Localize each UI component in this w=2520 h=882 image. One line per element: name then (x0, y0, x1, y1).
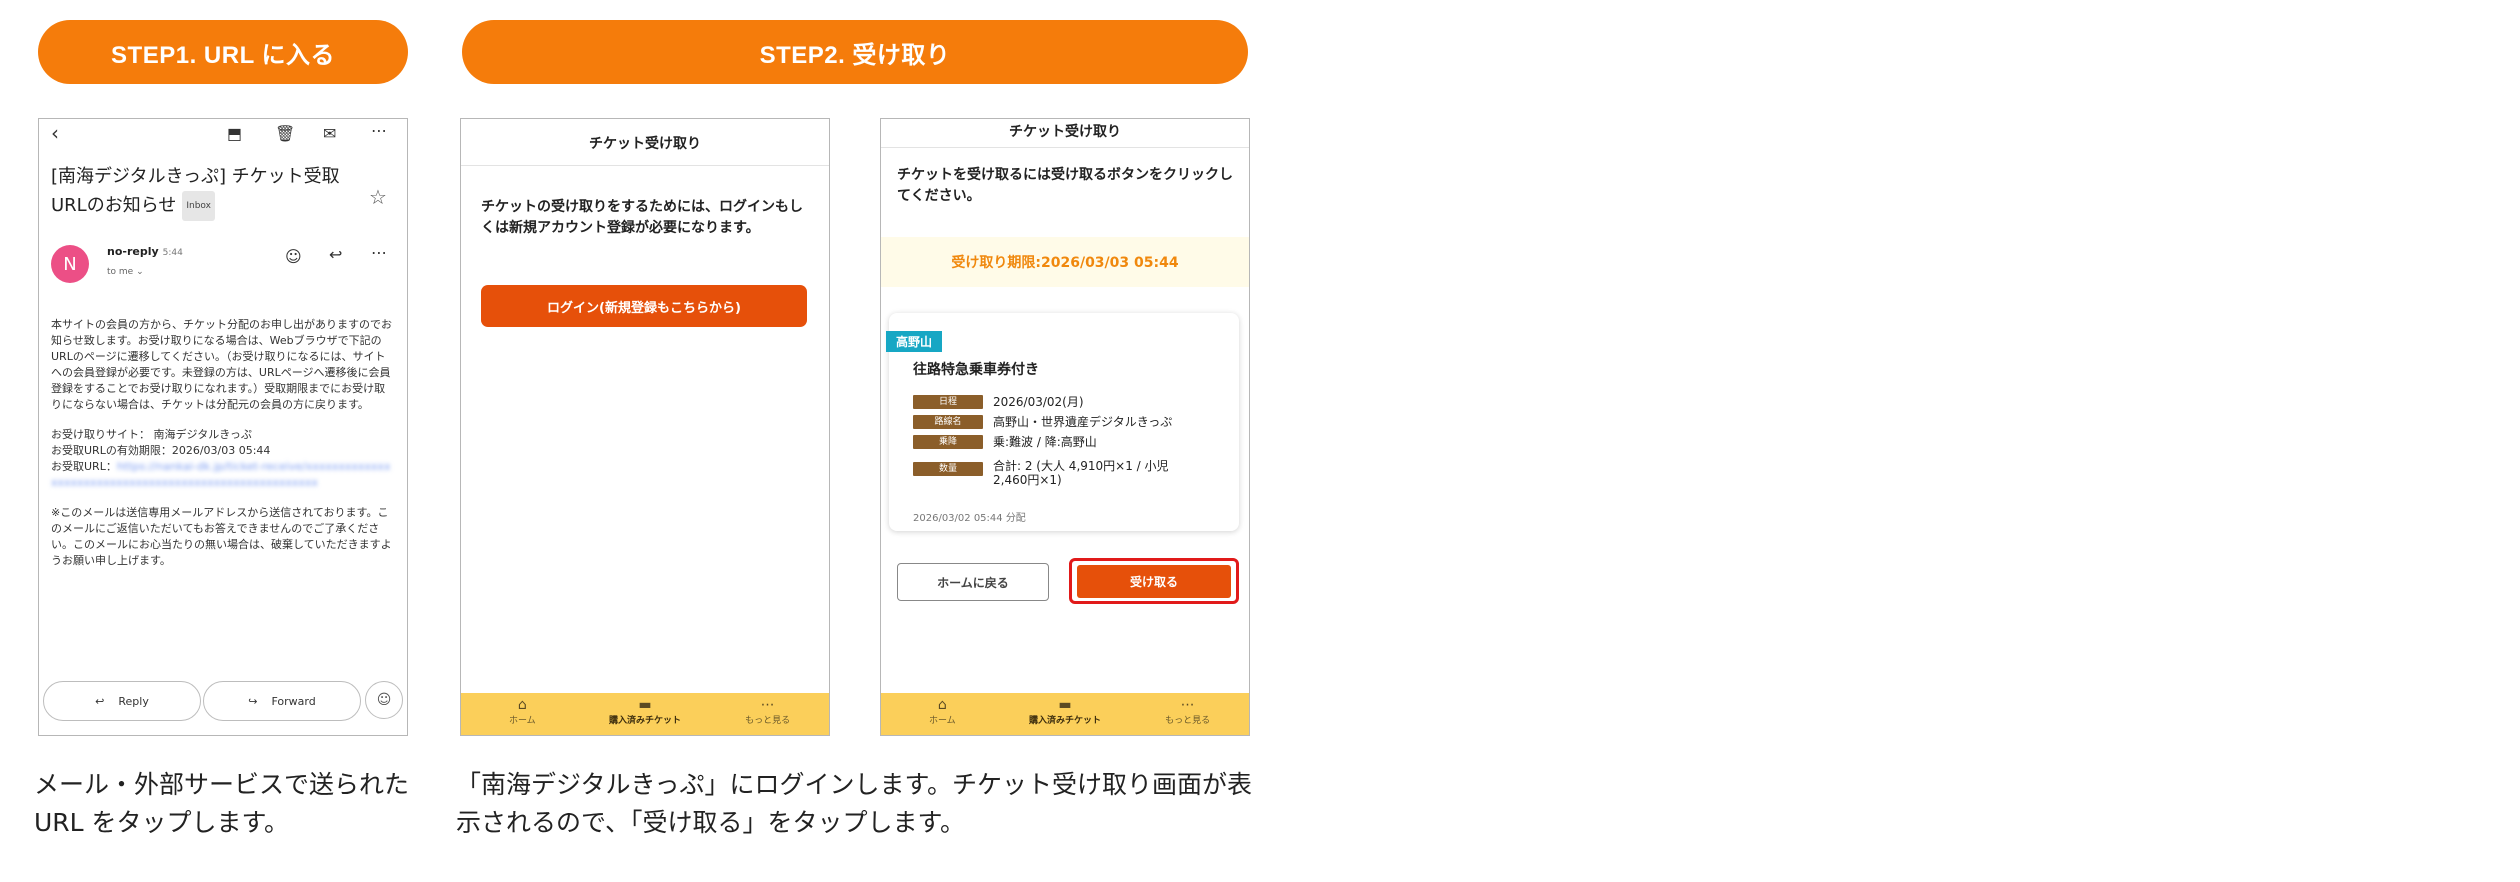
destination-tag: 高野山 (886, 331, 943, 352)
info-row-route: 路線名 高野山・世界遺産デジタルきっぷ (913, 415, 1203, 429)
tab-more[interactable]: ⋯ もっと見る (706, 697, 829, 726)
step2-label: STEP2. 受け取り (759, 41, 951, 69)
expiry-line: お受取URLの有効期限：2026/03/03 05:44 (51, 444, 271, 457)
reply-icon[interactable]: ↩ (329, 245, 342, 264)
tab-more[interactable]: ⋯ もっと見る (1126, 697, 1249, 726)
recipient[interactable]: to me ⌄ (107, 267, 144, 277)
chevron-down-icon: ⌄ (136, 267, 144, 277)
title-divider (461, 165, 829, 166)
step2-caption: 「南海デジタルきっぷ」にログインします。チケット受け取り画面が表示されるので、「… (456, 770, 1253, 837)
login-screen-title: チケット受け取り (589, 136, 701, 152)
avatar-letter: N (63, 253, 77, 275)
info-label: 乗降 (913, 435, 983, 449)
login-message: チケットの受け取りをするためには、ログインもしくは新規アカウント登録が必要になり… (481, 199, 803, 236)
tab-purchased[interactable]: ▬ 購入済みチケット (1004, 697, 1127, 726)
ticket-name: 往路特急乗車券付き (913, 362, 1039, 378)
ticket-icon: ▬ (1058, 697, 1072, 713)
info-row-date: 日程 2026/03/02(月) (913, 395, 1203, 409)
more-vertical-icon[interactable]: ⋯ (371, 243, 387, 262)
forward-label: Forward (271, 694, 316, 708)
info-row-quantity: 数量 合計: 2 (大人 4,910円×1 / 小児 2,460円×1) (913, 459, 1203, 487)
forward-button[interactable]: ↪ Forward (203, 681, 361, 721)
sender-name: no-reply (107, 245, 159, 258)
tab-more-label: もっと見る (1165, 716, 1211, 726)
tab-home[interactable]: ⌂ ホーム (881, 697, 1004, 726)
mail-toolbar: ‹ ⬒ 🗑 ✉ ⋯ (39, 119, 405, 149)
sender: no-reply 5:44 (107, 245, 183, 258)
recipient-text: to me (107, 267, 134, 277)
mail-body-paragraph: 本サイトの会員の方から、チケット分配のお申し出がありますのでお知らせ致します。お… (51, 318, 392, 411)
mail-footer: ※このメールは送信専用メールアドレスから送信されております。このメールにご返信い… (51, 506, 392, 567)
receive-button[interactable]: 受け取る (1077, 565, 1231, 598)
avatar: N (51, 245, 89, 283)
reply-icon: ↩ (95, 694, 105, 708)
login-button[interactable]: ログイン(新規登録もこちらから) (481, 285, 807, 327)
info-label: 日程 (913, 395, 983, 409)
tab-home-label: ホーム (928, 716, 956, 726)
step1-pill: STEP1. URL に入る (38, 20, 408, 84)
mail-body: 本サイトの会員の方から、チケット分配のお申し出がありますのでお知らせ致します。お… (51, 317, 395, 583)
info-value: 乗:難波 / 降:高野山 (993, 435, 1097, 449)
step1-label: STEP1. URL に入る (111, 41, 335, 69)
reply-button[interactable]: ↩ Reply (43, 681, 201, 721)
ticket-icon: ▬ (638, 697, 652, 713)
more-icon[interactable]: ⋯ (371, 121, 387, 140)
info-value: 合計: 2 (大人 4,910円×1 / 小児 2,460円×1) (993, 459, 1169, 487)
tab-purchased[interactable]: ▬ 購入済みチケット (584, 697, 707, 726)
emoji-reaction-button[interactable]: ☺ (365, 681, 403, 719)
mail-time: 5:44 (162, 248, 183, 258)
more-icon: ⋯ (760, 697, 775, 713)
receive-message: チケットを受け取るには受け取るボタンをクリックしてください。 (897, 167, 1233, 204)
info-label: 数量 (913, 462, 983, 476)
emoji-icon: ☺ (376, 692, 392, 708)
info-row-stations: 乗降 乗:難波 / 降:高野山 (913, 435, 1203, 449)
url-line: お受取URL：https://nankai-dk.jp/ticket-recei… (51, 459, 395, 491)
tab-purchased-label: 購入済みチケット (1028, 716, 1101, 726)
home-icon: ⌂ (517, 697, 527, 713)
tab-purchased-label: 購入済みチケット (608, 716, 681, 726)
receive-site-line: お受け取りサイト： 南海デジタルきっぷ (51, 428, 252, 441)
tab-home[interactable]: ⌂ ホーム (461, 697, 584, 726)
back-arrow-icon[interactable]: ‹ (51, 121, 59, 145)
emoji-icon[interactable]: ☺ (285, 247, 302, 266)
mail-subject: [南海デジタルきっぷ] チケット受取URLのお知らせ Inbox (51, 163, 351, 221)
home-button[interactable]: ホームに戻る (897, 563, 1049, 601)
star-icon[interactable]: ☆ (369, 185, 387, 209)
receive-screen: チケット受け取り チケットを受け取るには受け取るボタンをクリックしてください。 … (880, 118, 1250, 736)
tab-bar: ⌂ ホーム ▬ 購入済みチケット ⋯ もっと見る (881, 693, 1249, 735)
url-label: お受取URL： (51, 460, 117, 473)
issued-timestamp: 2026/03/02 05:44 分配 (913, 513, 1026, 524)
info-value: 2026/03/02(月) (993, 395, 1084, 409)
info-value: 高野山・世界遺産デジタルきっぷ (993, 415, 1173, 429)
receive-deadline: 受け取り期限:2026/03/03 05:44 (881, 237, 1249, 287)
step1-caption: メール・外部サービスで送られた URL をタップします。 (34, 770, 410, 837)
more-icon: ⋯ (1180, 697, 1195, 713)
tab-bar: ⌂ ホーム ▬ 購入済みチケット ⋯ もっと見る (461, 693, 829, 735)
tab-home-label: ホーム (508, 716, 536, 726)
tab-more-label: もっと見る (745, 716, 791, 726)
info-label: 路線名 (913, 415, 983, 429)
receive-screen-title: チケット受け取り (1009, 124, 1121, 140)
mark-unread-icon[interactable]: ✉ (323, 124, 336, 143)
trash-icon[interactable]: 🗑 (275, 124, 295, 143)
mail-screen: ‹ ⬒ 🗑 ✉ ⋯ [南海デジタルきっぷ] チケット受取URLのお知らせ Inbo… (38, 118, 408, 736)
reply-label: Reply (118, 694, 149, 708)
archive-icon[interactable]: ⬒ (227, 124, 242, 143)
title-divider (881, 147, 1249, 148)
home-icon: ⌂ (937, 697, 947, 713)
login-screen: チケット受け取り チケットの受け取りをするためには、ログインもしくは新規アカウン… (460, 118, 830, 736)
step2-pill: STEP2. 受け取り (462, 20, 1248, 84)
inbox-tag: Inbox (182, 191, 215, 221)
forward-icon: ↪ (248, 694, 258, 708)
